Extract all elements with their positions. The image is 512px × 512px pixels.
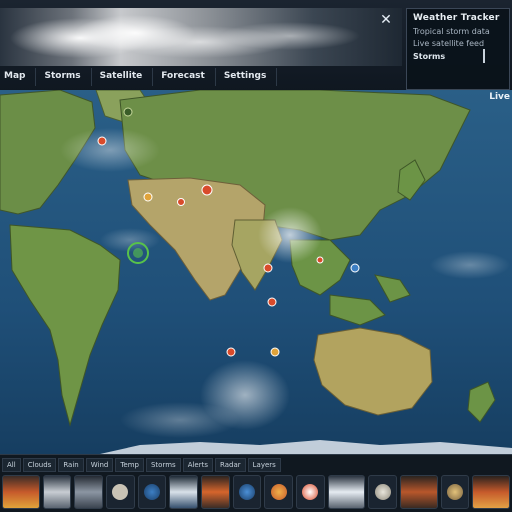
bottom-toolbar: All Clouds Rain Wind Temp Storms Alerts … <box>0 454 512 512</box>
menu-item-satellite[interactable]: Satellite <box>92 68 154 86</box>
storm-marker <box>316 256 324 264</box>
info-title: Weather Tracker <box>413 13 500 23</box>
info-panel: Weather Tracker Tropical storm data Live… <box>406 8 510 90</box>
thumbnail-lava[interactable] <box>400 475 438 509</box>
menu-item-map[interactable]: Map <box>0 68 37 86</box>
storm-marker <box>263 263 273 273</box>
layer-thumbnails <box>2 475 510 511</box>
menu-item-storms[interactable]: Storms <box>36 68 92 86</box>
thumbnail-fire[interactable] <box>2 475 40 509</box>
tab-wind[interactable]: Wind <box>85 458 114 472</box>
thumbnail-globe[interactable] <box>137 475 167 509</box>
world-weather-map[interactable]: Live <box>0 90 512 454</box>
cloud-hero-image: ✕ <box>0 8 402 66</box>
info-status: Storms <box>413 52 446 61</box>
storm-marker <box>123 107 133 117</box>
thumbnail-heat[interactable] <box>201 475 230 509</box>
thumbnail-clouds[interactable] <box>42 475 72 509</box>
tab-rain[interactable]: Rain <box>58 458 84 472</box>
menu-item-forecast[interactable]: Forecast <box>153 68 216 86</box>
storm-marker <box>177 198 185 206</box>
close-icon[interactable]: ✕ <box>378 12 394 28</box>
tab-temp[interactable]: Temp <box>115 458 144 472</box>
tab-layers[interactable]: Layers <box>247 458 281 472</box>
tab-all[interactable]: All <box>2 458 21 472</box>
text-cursor <box>483 49 485 63</box>
thumbnail-radar[interactable] <box>440 475 470 509</box>
info-subtitle: Tropical storm data <box>413 27 490 36</box>
thumbnail-fire-2[interactable] <box>472 475 510 509</box>
info-subtitle-2: Live satellite feed <box>413 39 485 48</box>
thumbnail-wind[interactable] <box>169 475 199 509</box>
map-live-label: Live <box>489 92 510 102</box>
thumbnail-storm[interactable] <box>74 475 103 509</box>
storm-marker <box>270 347 280 357</box>
storm-marker <box>201 184 213 196</box>
layer-tabs: All Clouds Rain Wind Temp Storms Alerts … <box>0 458 512 472</box>
storm-marker <box>350 263 360 273</box>
top-banner: ✕ Weather Tracker Tropical storm data Li… <box>0 0 512 93</box>
tab-alerts[interactable]: Alerts <box>182 458 213 472</box>
storm-marker <box>97 136 107 146</box>
storm-marker <box>226 347 236 357</box>
thumbnail-alert[interactable] <box>296 475 325 509</box>
cloud-illustration <box>10 15 360 58</box>
storm-marker <box>133 248 143 258</box>
thumbnail-rain[interactable] <box>105 475 135 509</box>
storm-marker <box>143 192 153 202</box>
tab-clouds[interactable]: Clouds <box>22 458 57 472</box>
weather-app: ✕ Weather Tracker Tropical storm data Li… <box>0 0 512 512</box>
tab-radar[interactable]: Radar <box>215 458 246 472</box>
thumbnail-snow[interactable] <box>327 475 366 509</box>
tab-storms[interactable]: Storms <box>145 458 181 472</box>
map-canvas <box>0 90 512 454</box>
storm-marker <box>267 297 277 307</box>
menu-item-settings[interactable]: Settings <box>216 68 278 86</box>
thumbnail-moon[interactable] <box>368 475 398 509</box>
thumbnail-ocean[interactable] <box>232 475 262 509</box>
main-menu: Map Storms Satellite Forecast Settings <box>0 68 404 86</box>
thumbnail-sun[interactable] <box>264 475 294 509</box>
